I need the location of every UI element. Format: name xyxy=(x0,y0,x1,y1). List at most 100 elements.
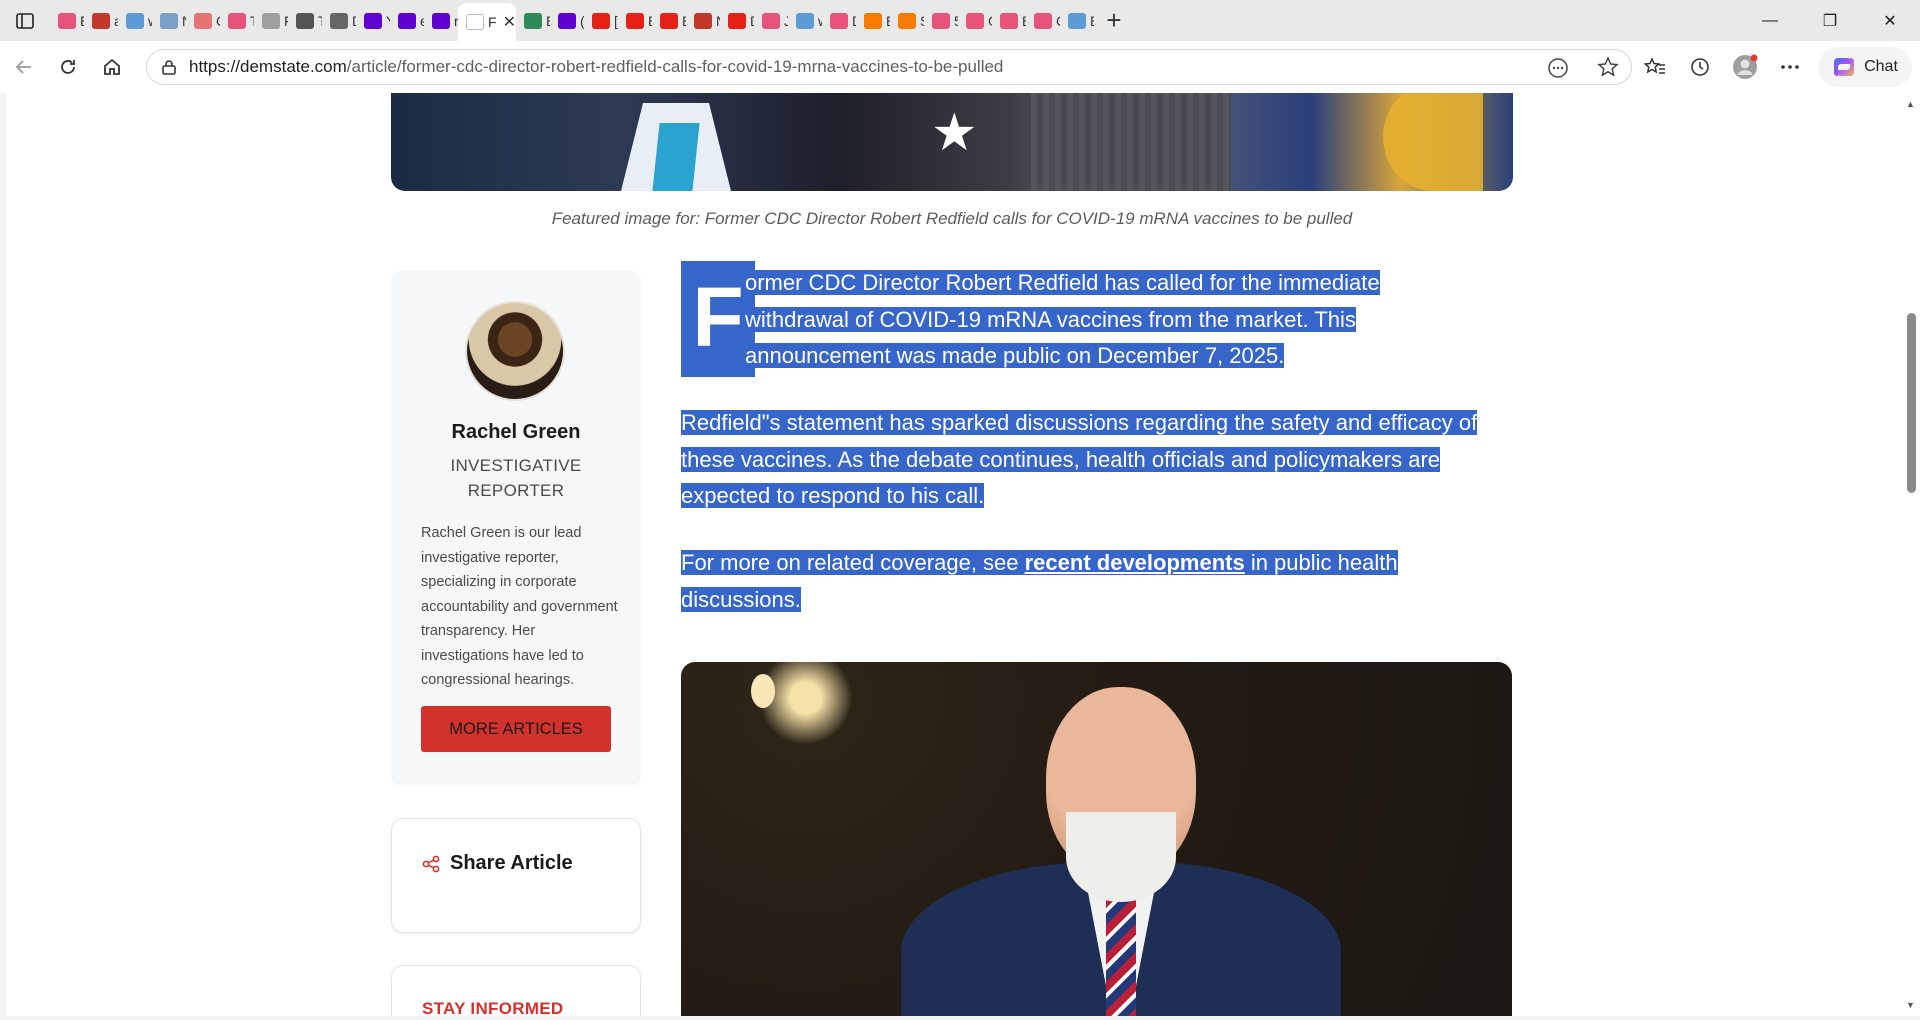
page-scrollbar[interactable]: ▲ ▼ xyxy=(1902,93,1920,1016)
td-icon xyxy=(524,12,542,29)
bird-icon xyxy=(694,12,712,29)
more-articles-button[interactable]: MORE ARTICLES xyxy=(421,706,611,752)
recent-developments-link[interactable]: recent developments xyxy=(1025,550,1245,575)
window-controls: — ❐ ✕ xyxy=(1740,0,1920,41)
stripes-icon xyxy=(330,12,348,29)
yahoo-icon xyxy=(398,12,416,29)
sidebar-toggle-button[interactable] xyxy=(0,0,50,41)
minimize-button[interactable]: — xyxy=(1740,0,1800,41)
browser-tab[interactable]: N xyxy=(686,0,720,41)
browser-tab[interactable]: El xyxy=(50,0,84,41)
more-dots-icon xyxy=(1780,65,1799,69)
browser-tab[interactable]: ed xyxy=(390,0,424,41)
restore-button[interactable]: ❐ xyxy=(1800,0,1860,41)
history-icon xyxy=(1690,58,1709,76)
browser-tab[interactable]: C xyxy=(1026,0,1060,41)
browser-tab[interactable]: Ta xyxy=(220,0,254,41)
browser-tab[interactable]: D xyxy=(322,0,356,41)
featured-image: ★ xyxy=(391,93,1513,191)
browser-tab[interactable]: C xyxy=(186,0,220,41)
url-host: https://demstate.com xyxy=(189,57,347,76)
author-name: Rachel Green xyxy=(451,421,581,443)
browser-tab[interactable]: (9 xyxy=(550,0,584,41)
settings-more-button[interactable] xyxy=(1767,45,1812,89)
video-icon xyxy=(228,12,246,29)
profile-button[interactable] xyxy=(1722,45,1767,89)
browser-tab[interactable]: Bi xyxy=(652,0,686,41)
url-path: /article/former-cdc-director-robert-redf… xyxy=(346,57,1004,76)
article-paragraph-2: Redfield"s statement has sparked discuss… xyxy=(681,405,1521,515)
address-bar[interactable]: https://demstate.com/article/former-cdc-… xyxy=(146,49,1632,85)
author-bio: Rachel Green is our lead investigative r… xyxy=(421,525,618,688)
lock-icon xyxy=(159,59,179,75)
browser-tab[interactable]: Fo ✕ xyxy=(458,3,516,41)
share-article-label: Share Article xyxy=(450,852,573,874)
mail-icon xyxy=(558,12,576,29)
home-button[interactable] xyxy=(90,45,134,89)
browser-tab[interactable]: N xyxy=(152,0,186,41)
scrollbar-thumb[interactable] xyxy=(1907,313,1916,493)
browser-tab[interactable]: Bi xyxy=(618,0,652,41)
browser-tab[interactable]: re xyxy=(424,0,458,41)
browser-tab[interactable]: Ju xyxy=(754,0,788,41)
video-icon xyxy=(1034,12,1052,29)
scroll-up-arrow-icon[interactable]: ▲ xyxy=(1906,99,1915,109)
browser-tab[interactable]: 50 xyxy=(924,0,958,41)
close-window-button[interactable]: ✕ xyxy=(1860,0,1920,41)
video-icon xyxy=(762,12,780,29)
youtube-icon xyxy=(728,12,746,29)
browser-tab[interactable]: Tr xyxy=(288,0,322,41)
browser-tab[interactable]: Ya xyxy=(356,0,390,41)
new-tab-button[interactable]: + xyxy=(1094,0,1134,41)
share-article-button[interactable]: Share Article xyxy=(422,852,573,875)
scroll-down-arrow-icon[interactable]: ▼ xyxy=(1906,1000,1915,1010)
author-avatar xyxy=(465,301,565,401)
blogger-icon xyxy=(898,12,916,29)
back-button[interactable] xyxy=(2,45,46,89)
page-icon xyxy=(466,14,484,30)
copilot-chat-button[interactable]: Chat xyxy=(1818,47,1912,87)
immersive-reader-icon[interactable] xyxy=(1547,57,1569,84)
browser-tab[interactable]: Bi xyxy=(992,0,1026,41)
pen-icon xyxy=(92,12,110,29)
home-icon xyxy=(104,58,120,75)
browser-tab[interactable]: aa xyxy=(84,0,118,41)
browser-tab[interactable]: Su xyxy=(890,0,924,41)
browser-tab[interactable]: G xyxy=(958,0,992,41)
browser-tab[interactable]: w xyxy=(118,0,152,41)
favorites-button[interactable] xyxy=(1632,45,1677,89)
browser-tab[interactable]: w xyxy=(788,0,822,41)
chat-label: Chat xyxy=(1864,58,1898,75)
featured-image-caption: Featured image for: Former CDC Director … xyxy=(551,209,1353,228)
tab-list: ElaawNCTaFlTrDYaedreFo✕Ea(9[HBiBiNDJuwDE… xyxy=(50,0,1094,41)
url-text[interactable]: https://demstate.com/article/former-cdc-… xyxy=(189,57,1003,77)
drop-cap: F xyxy=(681,261,755,377)
profile-avatar-icon xyxy=(1732,54,1757,79)
browser-tab[interactable]: D xyxy=(720,0,754,41)
search-icon xyxy=(126,12,144,29)
toolbar-right: Chat xyxy=(1632,41,1920,93)
browser-tab[interactable]: Ea xyxy=(516,0,550,41)
browser-toolbar: https://demstate.com/article/former-cdc-… xyxy=(0,41,1920,93)
browser-tab[interactable]: [H xyxy=(584,0,618,41)
tab-title: Fo xyxy=(488,14,497,30)
article-paragraph-3: For more on related coverage, see recent… xyxy=(681,545,1521,618)
close-tab-icon[interactable]: ✕ xyxy=(503,12,516,32)
stay-informed-card: STAY INFORMED xyxy=(391,965,641,1016)
yahoo-icon xyxy=(432,12,450,29)
browser-tab[interactable]: Fl xyxy=(254,0,288,41)
star-icon xyxy=(194,12,212,29)
author-role: INVESTIGATIVE REPORTER xyxy=(450,456,582,500)
browser-tab[interactable]: Ec xyxy=(856,0,890,41)
sidebar-icon xyxy=(16,12,34,29)
yahoo-icon xyxy=(364,12,382,29)
browser-tab[interactable]: D xyxy=(822,0,856,41)
tab-title: Er xyxy=(1090,13,1094,29)
favorite-star-icon[interactable] xyxy=(1597,56,1619,83)
browser-tab[interactable]: Er xyxy=(1060,0,1094,41)
back-arrow-icon xyxy=(15,60,31,74)
copilot-icon xyxy=(1834,58,1855,76)
reload-button[interactable] xyxy=(46,45,90,89)
history-button[interactable] xyxy=(1677,45,1722,89)
share-article-card: Share Article xyxy=(391,818,641,933)
